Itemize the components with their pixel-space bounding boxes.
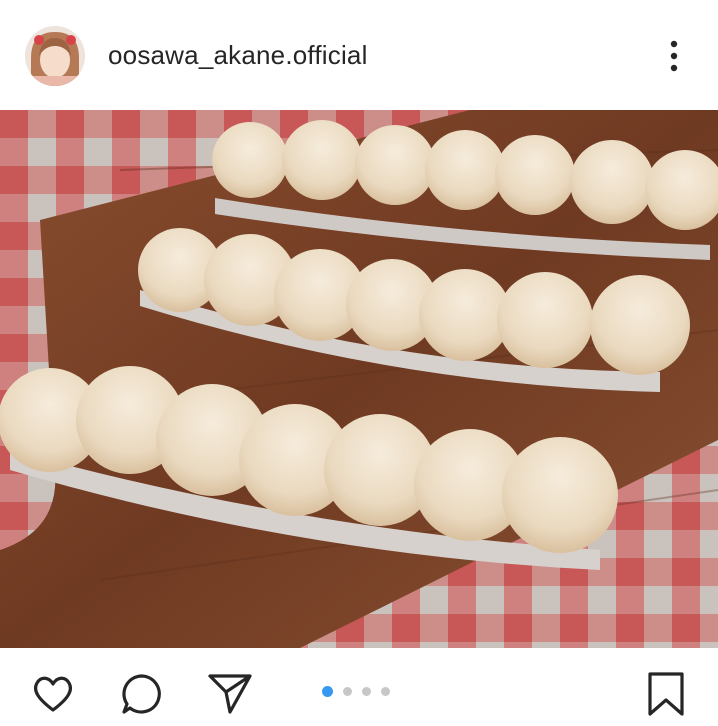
share-button[interactable] (206, 670, 254, 718)
username[interactable]: oosawa_akane.official (108, 40, 368, 71)
bread-photo (0, 110, 718, 648)
more-options-button[interactable] (658, 36, 690, 76)
post-header: oosawa_akane.official (0, 0, 718, 110)
like-button[interactable] (29, 670, 77, 718)
carousel-indicator (322, 685, 402, 699)
carousel-dot-active (322, 686, 333, 697)
avatar[interactable] (25, 26, 85, 86)
save-button[interactable] (642, 670, 690, 718)
carousel-dot (343, 687, 352, 696)
carousel-dot (381, 687, 390, 696)
post-photo[interactable] (0, 110, 718, 648)
bookmark-icon (648, 672, 684, 716)
more-vertical-icon (670, 40, 678, 72)
avatar-image (25, 26, 85, 86)
comment-icon (122, 674, 161, 714)
heart-icon (33, 676, 73, 712)
comment-button[interactable] (118, 670, 166, 718)
carousel-dot (362, 687, 371, 696)
send-icon (208, 674, 252, 714)
